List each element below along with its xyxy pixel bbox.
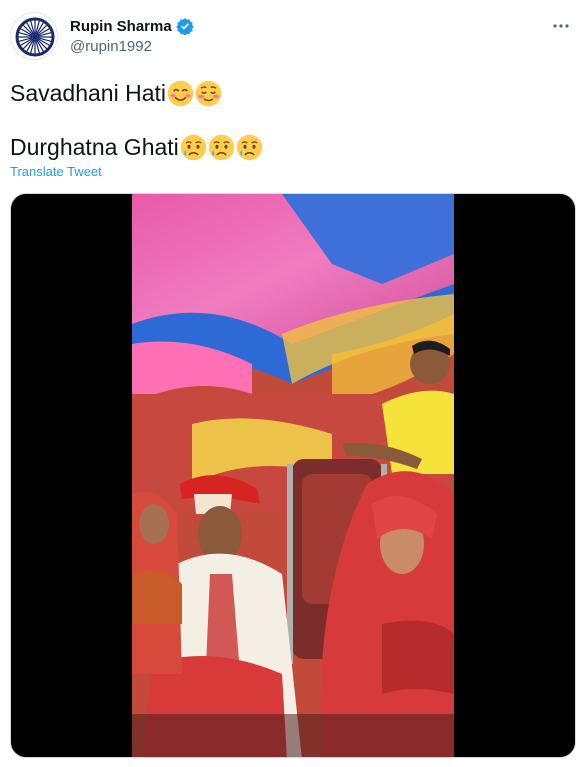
translate-tweet-link[interactable]: Translate Tweet <box>10 164 102 179</box>
crying-face-emoji-icon <box>208 134 235 160</box>
video-player[interactable] <box>10 193 576 758</box>
video-frame-image <box>132 194 454 757</box>
tweet-text: Savadhani Hati <box>10 80 166 106</box>
tweet-header: Rupin Sharma @rupin1992 <box>10 12 575 62</box>
ashoka-chakra-icon <box>15 17 55 57</box>
crying-face-emoji-icon <box>180 134 207 160</box>
smiling-face-emoji-icon <box>167 80 194 106</box>
author-name-row[interactable]: Rupin Sharma <box>70 17 194 35</box>
tweet-text-line-2: Durghatna Ghati <box>10 132 263 162</box>
author-handle[interactable]: @rupin1992 <box>70 38 152 55</box>
blushing-face-emoji-icon <box>195 80 222 106</box>
tweet-text: Durghatna Ghati <box>10 134 179 160</box>
more-horizontal-icon[interactable] <box>549 14 573 38</box>
verified-badge-icon <box>175 18 194 35</box>
display-name[interactable]: Rupin Sharma <box>70 18 172 35</box>
avatar[interactable] <box>10 12 58 60</box>
crying-face-emoji-icon <box>236 134 263 160</box>
video-frame[interactable] <box>132 194 454 757</box>
tweet-text-line-1: Savadhani Hati <box>10 78 222 108</box>
